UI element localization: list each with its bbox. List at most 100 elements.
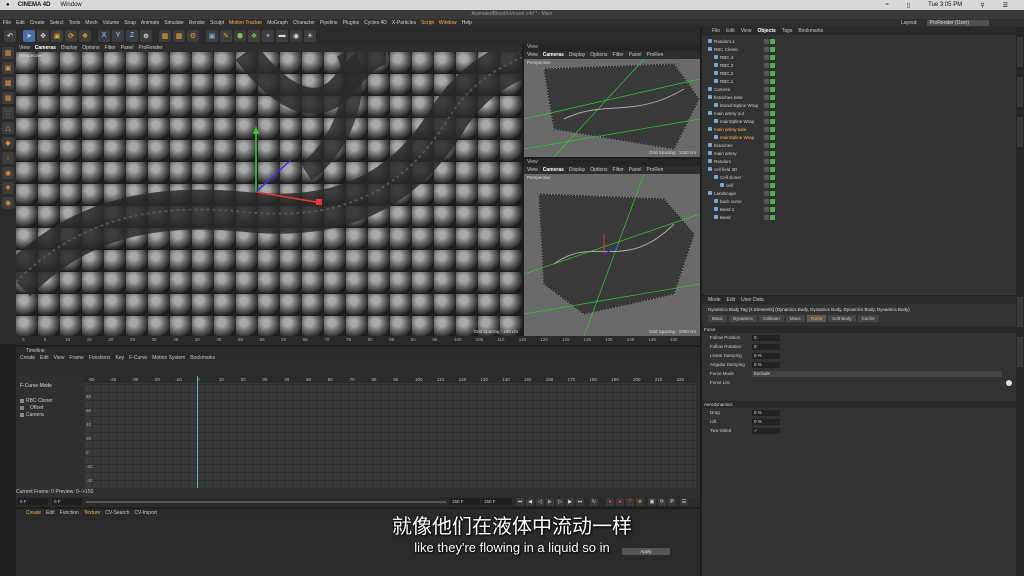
main-viewport-menu-cameras[interactable]: Cameras (35, 45, 56, 51)
angular-damping-field[interactable]: 0 % (752, 361, 780, 368)
enabled-check-icon[interactable] (770, 214, 775, 220)
object-menu-file[interactable]: File (712, 28, 720, 34)
object-visibility-toggles[interactable] (764, 94, 775, 100)
recent-tools-icon[interactable]: ❖ (79, 29, 91, 42)
object-visibility-toggles[interactable] (764, 166, 775, 172)
workplane-icon[interactable]: ▦ (2, 92, 14, 104)
subdivision-icon[interactable]: ⬢ (234, 29, 246, 42)
object-row[interactable]: RBC Cloner (702, 45, 1016, 53)
top-right-viewport[interactable]: View Cameras Display Options Filter Panel ProR… (524, 51, 700, 157)
enable-axis-icon[interactable]: ↕ (2, 152, 14, 164)
move-tool-icon[interactable]: ✥ (37, 29, 49, 42)
enabled-check-icon[interactable] (770, 166, 775, 172)
menu-edit[interactable]: Edit (16, 20, 25, 26)
tab-force[interactable]: Force (806, 315, 827, 322)
object-visibility-toggles[interactable] (764, 190, 775, 196)
object-visibility-toggles[interactable] (764, 134, 775, 140)
enabled-check-icon[interactable] (770, 126, 775, 132)
attribute-menu-mode[interactable]: Mode (708, 297, 721, 303)
editor-visibility-icon[interactable] (764, 78, 769, 84)
autokey-icon[interactable]: ● (616, 498, 624, 506)
timeline-playhead[interactable] (197, 376, 198, 488)
main-viewport[interactable]: View Cameras Display Options Filter Panel ProR… (16, 44, 522, 336)
object-visibility-toggles[interactable] (764, 86, 775, 92)
max-frame-field[interactable]: 150 F (482, 498, 512, 505)
editor-visibility-icon[interactable] (764, 174, 769, 180)
next-frame-icon[interactable]: ▷ (556, 498, 564, 506)
deformer-icon[interactable]: ✦ (262, 29, 274, 42)
timeline-menu-view[interactable]: View (54, 355, 65, 361)
tab-basic[interactable]: Basic (708, 315, 728, 322)
rotation-key-icon[interactable]: ⟳ (658, 498, 666, 506)
object-row[interactable]: mainSpline Wrap (702, 117, 1016, 125)
rotate-tool-icon[interactable]: ⟳ (65, 29, 77, 42)
object-row[interactable]: back curve (702, 197, 1016, 205)
menu-x-particles[interactable]: X-Particles (392, 20, 416, 26)
main-viewport-menu-options[interactable]: Options (82, 45, 99, 51)
pen-icon[interactable]: ✎ (220, 29, 232, 42)
editor-visibility-icon[interactable] (764, 102, 769, 108)
previous-key-icon[interactable]: ◀ (526, 498, 534, 506)
scale-tool-icon[interactable]: ▣ (51, 29, 63, 42)
enabled-check-icon[interactable] (770, 142, 775, 148)
top_right-viewport-menu-proren[interactable]: ProRen (646, 52, 663, 58)
timeline-menu-create[interactable]: Create (20, 355, 35, 361)
object-row[interactable]: RBC.3 (702, 61, 1016, 69)
undo-icon[interactable]: ↶ (4, 29, 16, 42)
tab-dynamics[interactable]: Dynamics (729, 315, 757, 322)
position-key-icon[interactable]: ✥ (636, 498, 644, 506)
points-mode-icon[interactable]: ∷ (2, 107, 14, 119)
attribute-menu-user-data[interactable]: User Data (741, 297, 764, 303)
top_right-viewport-menu-filter[interactable]: Filter (613, 52, 624, 58)
model-mode-icon[interactable]: ▣ (2, 62, 14, 74)
object-row[interactable]: mainSpline Wrap (702, 133, 1016, 141)
object-row[interactable]: branchSpline Wrap (702, 101, 1016, 109)
editor-visibility-icon[interactable] (764, 150, 769, 156)
top_right-viewport-menu-cameras[interactable]: Cameras (543, 52, 564, 58)
keyframe-selection-icon[interactable]: ? (626, 498, 634, 506)
x-axis-icon[interactable]: X (98, 29, 110, 42)
timeline-menu-motion-system[interactable]: Motion System (152, 355, 185, 361)
object-row[interactable]: RBC.2 (702, 69, 1016, 77)
object-visibility-toggles[interactable] (764, 102, 775, 108)
bottom-right-viewport[interactable]: View Cameras Display Options Filter Panel ProR… (524, 166, 700, 336)
enabled-check-icon[interactable] (770, 182, 775, 188)
bottom_right-viewport-menu-view[interactable]: View (527, 167, 538, 173)
object-visibility-toggles[interactable] (764, 118, 775, 124)
editor-visibility-icon[interactable] (764, 118, 769, 124)
main-viewport-menu-display[interactable]: Display (61, 45, 77, 51)
next-key-icon[interactable]: ▶ (566, 498, 574, 506)
attribute-menu-edit[interactable]: Edit (727, 297, 736, 303)
enabled-check-icon[interactable] (770, 94, 775, 100)
object-visibility-toggles[interactable] (764, 62, 775, 68)
array-icon[interactable]: ❖ (248, 29, 260, 42)
play-icon[interactable]: ▶ (546, 498, 554, 506)
menu-help[interactable]: Help (462, 20, 472, 26)
min-frame-field[interactable]: 0 F (18, 498, 48, 505)
editor-visibility-icon[interactable] (764, 70, 769, 76)
preview-range-slider[interactable] (86, 501, 446, 503)
enabled-check-icon[interactable] (770, 86, 775, 92)
timeline-menu-frame[interactable]: Frame (69, 355, 83, 361)
menu-volume[interactable]: Volume (103, 20, 120, 26)
enabled-check-icon[interactable] (770, 118, 775, 124)
timeline-settings-icon[interactable]: ☰ (680, 498, 688, 506)
editor-visibility-icon[interactable] (764, 134, 769, 140)
menu-simulate[interactable]: Simulate (164, 20, 183, 26)
render-settings-icon[interactable]: ⚙ (187, 29, 199, 42)
menu-plugins[interactable]: Plugins (343, 20, 359, 26)
object-row[interactable]: main artery out (702, 109, 1016, 117)
menu-character[interactable]: Character (293, 20, 315, 26)
object-visibility-toggles[interactable] (764, 110, 775, 116)
render-view-icon[interactable]: ▦ (159, 29, 171, 42)
object-row[interactable]: Landscape (702, 189, 1016, 197)
snap-icon[interactable]: ❖ (2, 182, 14, 194)
polygons-mode-icon[interactable]: ◆ (2, 137, 14, 149)
two-sided-field[interactable]: ✓ (752, 427, 780, 434)
object-row[interactable]: Random (702, 157, 1016, 165)
frame-ruler[interactable]: 0 5 10 15 20 25 30 35 40 45 50 55 60 65 70 75 80 85 90 95 10… (16, 336, 700, 345)
menu-sculpt[interactable]: Sculpt (210, 20, 224, 26)
menu-animate[interactable]: Animate (141, 20, 159, 26)
tweak-icon[interactable]: ◉ (2, 167, 14, 179)
follow-position-field[interactable]: 0 (752, 334, 780, 341)
